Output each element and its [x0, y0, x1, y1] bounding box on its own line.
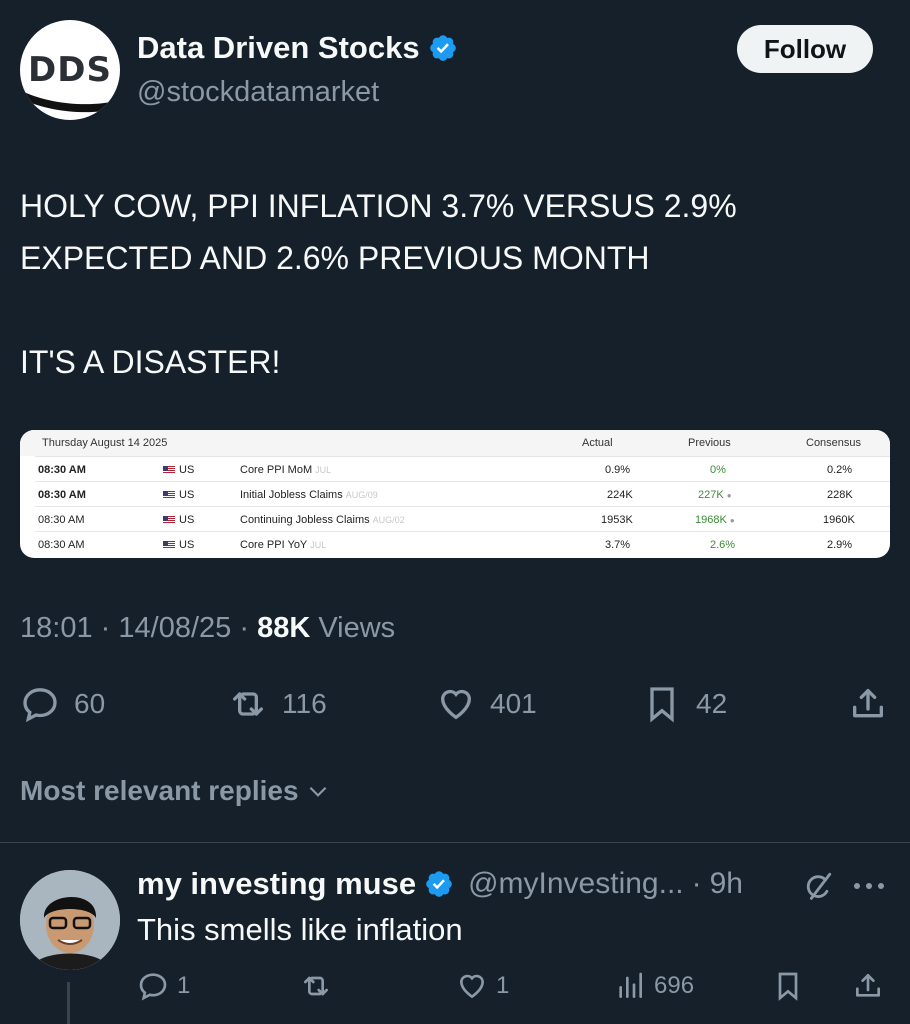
- heart-icon: [440, 689, 472, 720]
- views-label: Views: [318, 612, 396, 644]
- reply-share-button[interactable]: [852, 968, 884, 1004]
- reply-author-handle: @myInvesting...: [468, 867, 684, 900]
- reply-age: 9h: [709, 867, 743, 900]
- share-icon: [856, 974, 880, 997]
- heart-icon: [459, 974, 485, 999]
- author-avatar[interactable]: DDS: [20, 20, 120, 120]
- tweet-time[interactable]: 18:01: [20, 612, 93, 644]
- tweet-date[interactable]: 14/08/25: [118, 612, 231, 644]
- author-handle[interactable]: @stockdatamarket: [137, 76, 379, 109]
- reply-views-button[interactable]: 696: [614, 968, 694, 1004]
- chevron-down-icon: [309, 786, 326, 797]
- repost-icon: [304, 976, 328, 996]
- reply-like-button[interactable]: 1: [456, 968, 509, 1004]
- reply-icon: [139, 973, 167, 1001]
- views-count: 88K: [257, 612, 311, 644]
- replies-sort-label: Most relevant replies: [20, 775, 299, 806]
- repost-icon: [233, 692, 263, 716]
- reply-bookmark-button[interactable]: [772, 968, 804, 1004]
- bookmark-icon: [778, 972, 798, 1001]
- revised-marker-icon: ●: [729, 516, 735, 525]
- bookmark-count: 42: [696, 688, 728, 719]
- grok-icon[interactable]: [800, 870, 834, 909]
- table-row: 08:30 AM US Core PPI MoM JUL 0.9% 0% 0.2%: [35, 456, 890, 482]
- verified-badge-icon: [426, 871, 452, 897]
- share-icon: [853, 689, 883, 718]
- us-flag-icon: [163, 491, 175, 499]
- more-options-icon[interactable]: [851, 876, 887, 901]
- column-header-consensus: Consensus: [806, 437, 862, 449]
- column-header-actual: Actual: [582, 437, 613, 449]
- repost-count: 116: [282, 688, 327, 719]
- reply-author-name: my investing muse: [137, 866, 417, 901]
- table-date-header: Thursday August 14 2025: [42, 437, 168, 449]
- tweet-meta: 18:01 · 14/08/25 · 88K Views: [20, 612, 396, 644]
- us-flag-icon: [163, 466, 175, 474]
- revised-marker-icon: ●: [726, 491, 732, 500]
- reply-count: 60: [74, 688, 106, 719]
- reply-author[interactable]: my investing muse @myInvesting... · 9h: [137, 866, 743, 902]
- table-header: Thursday August 14 2025 Actual Previous …: [20, 430, 890, 456]
- replies-sort-dropdown[interactable]: Most relevant replies: [20, 775, 331, 807]
- table-row: 08:30 AM US Continuing Jobless Claims AUG…: [35, 506, 890, 532]
- tweet-media-table[interactable]: Thursday August 14 2025 Actual Previous …: [20, 430, 890, 558]
- bookmark-icon: [650, 687, 674, 723]
- like-button[interactable]: 401: [436, 684, 537, 724]
- column-header-previous: Previous: [688, 437, 731, 449]
- bookmark-button[interactable]: 42: [642, 684, 727, 724]
- analytics-icon: [619, 972, 642, 998]
- us-flag-icon: [163, 541, 175, 549]
- reply-views-count: 696: [654, 972, 695, 999]
- reply-avatar-photo: [20, 870, 120, 970]
- thread-line: [67, 982, 70, 1024]
- reply-reply-button[interactable]: 1: [137, 968, 190, 1004]
- us-flag-icon: [163, 516, 175, 524]
- reply-icon: [23, 688, 57, 723]
- follow-button[interactable]: Follow: [737, 25, 873, 73]
- reply-reply-count: 1: [177, 972, 191, 999]
- like-count: 401: [490, 688, 537, 719]
- share-button[interactable]: [848, 684, 888, 724]
- repost-button[interactable]: 116: [228, 684, 327, 724]
- reply-text: This smells like inflation: [137, 912, 463, 947]
- table-row: 08:30 AM US Initial Jobless Claims AUG/09…: [35, 481, 890, 507]
- reply-like-count: 1: [496, 972, 510, 999]
- divider: [0, 842, 910, 843]
- logo-swoosh-icon: [24, 92, 120, 113]
- table-row: 08:30 AM US Core PPI YoY JUL 3.7% 2.6% 2.…: [35, 531, 890, 557]
- reply-repost-button[interactable]: [300, 968, 332, 1004]
- reply-button[interactable]: 60: [20, 684, 105, 724]
- author-name[interactable]: Data Driven Stocks: [137, 30, 458, 66]
- tweet-text: HOLY COW, PPI INFLATION 3.7% VERSUS 2.9%…: [20, 188, 737, 380]
- reply-avatar[interactable]: [20, 870, 120, 970]
- verified-badge-icon: [429, 35, 456, 61]
